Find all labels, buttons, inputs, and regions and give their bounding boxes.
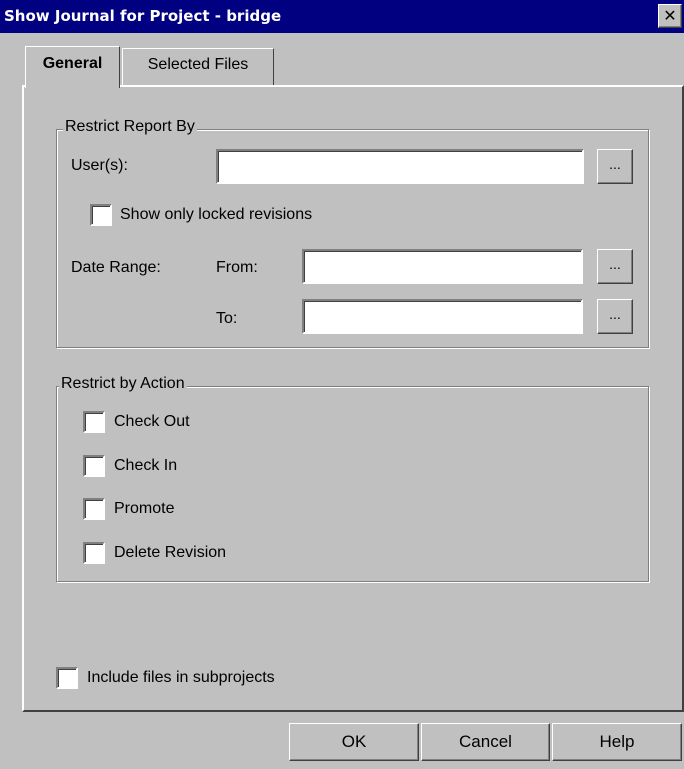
title-bar[interactable]: Show Journal for Project - bridge ✕	[0, 0, 684, 33]
locked-revisions-checkbox[interactable]	[90, 204, 112, 226]
date-range-label: Date Range:	[71, 259, 161, 276]
show-journal-dialog: Show Journal for Project - bridge ✕ Gene…	[0, 0, 684, 769]
tab-general-label: General	[42, 55, 103, 72]
check-in-checkbox[interactable]	[83, 455, 105, 477]
promote-checkbox[interactable]	[83, 498, 105, 520]
help-button-label: Help	[599, 732, 635, 751]
close-icon: ✕	[663, 6, 677, 25]
restrict-report-legend: Restrict Report By	[63, 118, 197, 136]
from-date-browse-label: ...	[609, 256, 621, 272]
users-label: User(s):	[71, 157, 128, 174]
ok-button[interactable]: OK	[289, 723, 419, 761]
to-date-browse-label: ...	[609, 306, 621, 322]
include-subprojects-label[interactable]: Include files in subprojects	[87, 669, 275, 687]
users-browse-button[interactable]: ...	[597, 149, 633, 184]
cancel-button-label: Cancel	[459, 732, 512, 751]
window-title: Show Journal for Project - bridge	[4, 7, 282, 25]
close-button[interactable]: ✕	[658, 4, 682, 28]
delete-revision-label[interactable]: Delete Revision	[114, 544, 226, 562]
from-date-browse-button[interactable]: ...	[597, 249, 633, 284]
users-input[interactable]	[216, 149, 584, 184]
check-in-label[interactable]: Check In	[114, 457, 177, 475]
to-date-input[interactable]	[302, 299, 583, 334]
users-browse-label: ...	[609, 156, 621, 172]
include-subprojects-checkbox[interactable]	[56, 667, 78, 689]
delete-revision-checkbox[interactable]	[83, 542, 105, 564]
from-label: From:	[216, 259, 258, 276]
check-out-checkbox[interactable]	[83, 411, 105, 433]
tab-selected-files[interactable]: Selected Files	[122, 48, 274, 85]
from-date-input[interactable]	[302, 249, 583, 284]
to-date-browse-button[interactable]: ...	[597, 299, 633, 334]
cancel-button[interactable]: Cancel	[421, 723, 550, 761]
help-button[interactable]: Help	[552, 723, 682, 761]
tab-general[interactable]: General	[25, 46, 120, 88]
tab-selected-files-label: Selected Files	[147, 56, 249, 73]
promote-label[interactable]: Promote	[114, 500, 174, 518]
check-out-label[interactable]: Check Out	[114, 413, 190, 431]
ok-button-label: OK	[341, 732, 367, 751]
locked-revisions-label[interactable]: Show only locked revisions	[120, 206, 312, 224]
to-label: To:	[216, 310, 238, 327]
restrict-action-legend: Restrict by Action	[59, 375, 187, 393]
